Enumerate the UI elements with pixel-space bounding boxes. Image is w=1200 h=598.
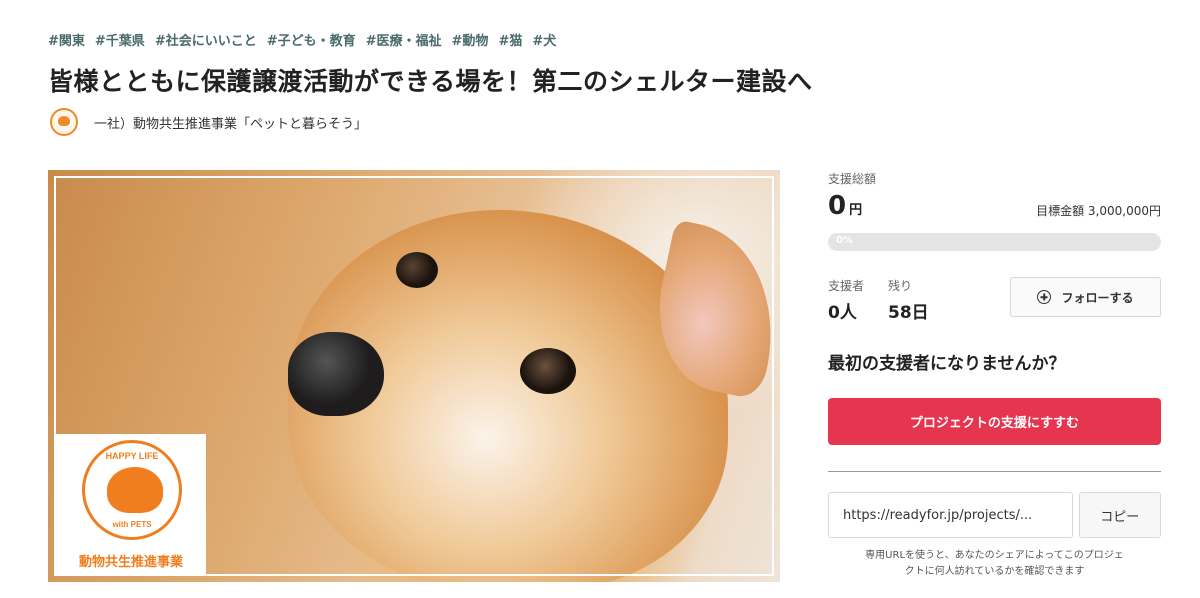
tag-link[interactable]: #医療・福祉 [366, 30, 442, 49]
remaining-label: 残り [888, 279, 913, 293]
tag-link[interactable]: #千葉県 [95, 30, 145, 49]
share-note-line: 専用URLを使うと、あなたのシェアによってこのプロジェ [865, 550, 1124, 561]
divider [828, 471, 1161, 472]
share-note: 専用URLを使うと、あなたのシェアによってこのプロジェ クトに何人訪れているかを… [828, 548, 1161, 579]
total-amount-wrap: 0円 [828, 193, 862, 219]
project-owner[interactable]: 一社）動物共生推進事業「ペットと暮らそう」 [50, 108, 367, 136]
share-row: https://readyfor.jp/projects/... コピー [828, 492, 1161, 538]
funding-panel: 支援総額 0円 目標金額 3,000,000円 0% 支援者 0人 残り 58日… [828, 170, 1161, 579]
follow-label: フォローする [1061, 290, 1134, 305]
remaining-stat: 残り 58日 [888, 277, 929, 323]
total-unit: 円 [849, 203, 863, 218]
supporters-stat: 支援者 0人 [828, 277, 864, 323]
page-title: 皆様とともに保護譲渡活動ができる場を！第二のシェルター建設へ [48, 67, 813, 96]
supporters-label: 支援者 [828, 279, 865, 293]
plus-circle-icon [1037, 290, 1052, 304]
goal-amount: 目標金額 3,000,000円 [1036, 204, 1161, 218]
remaining-value: 58日 [888, 303, 929, 323]
support-project-button[interactable]: プロジェクトの支援にすすむ [828, 398, 1161, 445]
follow-button[interactable]: フォローする [1010, 277, 1161, 317]
logo-pet-icon [107, 467, 163, 513]
tag-link[interactable]: #子ども・教育 [267, 30, 356, 49]
logo-org-name: 動物共生推進事業 [78, 555, 183, 570]
owner-name-link[interactable]: 一社）動物共生推進事業「ペットと暮らそう」 [94, 113, 367, 132]
total-row: 0円 目標金額 3,000,000円 [828, 193, 1161, 219]
logo-top-text: HAPPY LIFE [105, 451, 159, 461]
share-note-line: クトに何人訪れているかを確認できます [904, 565, 1085, 577]
progress-bar: 0% [828, 233, 1161, 251]
owner-avatar[interactable] [50, 108, 78, 136]
tag-link[interactable]: #猫 [498, 30, 522, 49]
tag-link[interactable]: #関東 [48, 30, 85, 49]
dog-photo-eye [396, 252, 438, 288]
logo-bottom-text: with PETS [112, 520, 152, 529]
tag-link[interactable]: #犬 [532, 30, 556, 49]
tag-link[interactable]: #社会にいいこと [155, 30, 257, 49]
tag-link[interactable]: #動物 [452, 30, 489, 49]
total-amount: 0 [828, 191, 847, 221]
hero-image: HAPPY LIFE with PETS 動物共生推進事業 [48, 170, 780, 582]
tag-list: #関東 #千葉県 #社会にいいこと #子ども・教育 #医療・福祉 #動物 #猫 … [48, 30, 556, 49]
cta-heading: 最初の支援者になりませんか？ [828, 354, 1066, 374]
progress-text: 0% [836, 235, 853, 246]
dog-photo-nose [288, 332, 384, 416]
copy-button[interactable]: コピー [1078, 492, 1161, 538]
share-url-field[interactable]: https://readyfor.jp/projects/... [828, 492, 1073, 538]
dog-photo-eye [520, 348, 576, 394]
supporters-value: 0人 [828, 303, 857, 323]
stats-row: 支援者 0人 残り 58日 フォローする [828, 277, 1161, 323]
organization-logo: HAPPY LIFE with PETS 動物共生推進事業 [56, 434, 206, 576]
total-label: 支援総額 [828, 172, 877, 186]
logo-circle: HAPPY LIFE with PETS [82, 440, 182, 540]
